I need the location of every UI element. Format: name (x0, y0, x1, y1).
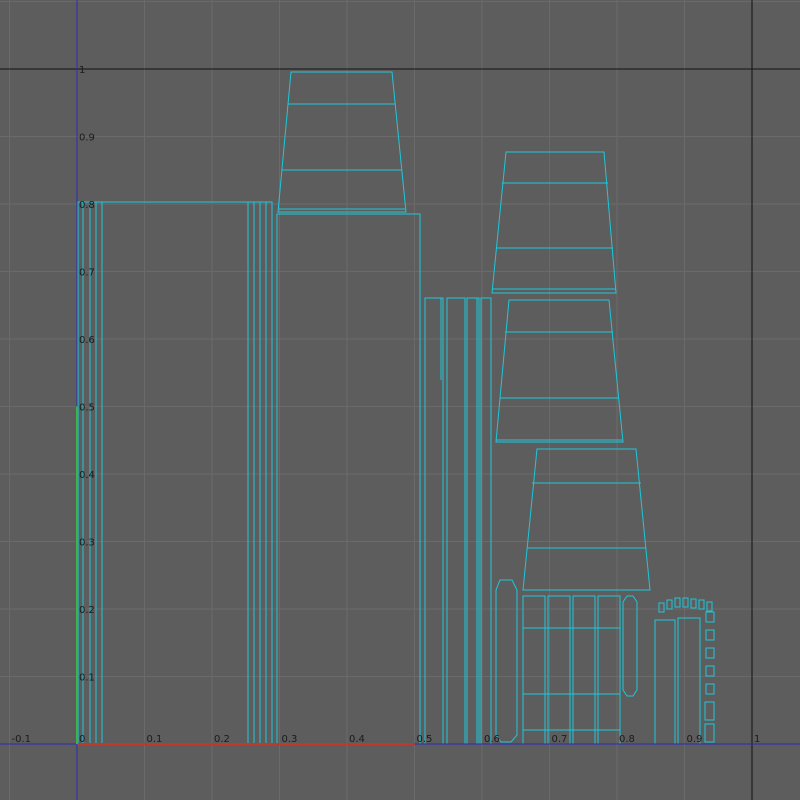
tick-label-u: 0.6 (484, 734, 500, 745)
tick-label-v: 0.9 (79, 133, 95, 144)
uv-shell-shade-lower[interactable] (522, 448, 651, 591)
uv-shell-tiny[interactable] (704, 701, 715, 721)
tick-label-v: 0.7 (79, 268, 95, 279)
tick-label-u: 0.5 (417, 734, 433, 745)
tick-label-u: 1 (754, 734, 760, 745)
uv-column-3[interactable] (572, 595, 596, 745)
uv-strip-2[interactable] (446, 297, 466, 745)
uv-strip-1[interactable] (424, 297, 444, 745)
uv-shell-tiny[interactable] (658, 602, 665, 613)
tick-label-v: 0.5 (79, 403, 95, 414)
uv-shell-small-2[interactable] (677, 617, 701, 745)
uv-shell-middle-panel[interactable] (276, 213, 421, 745)
uv-column-2[interactable] (547, 595, 571, 745)
uv-shell-tiny[interactable] (690, 598, 697, 609)
uv-shell-tiny[interactable] (698, 599, 705, 610)
tick-label-v: 1 (79, 65, 85, 76)
uv-shell-tiny[interactable] (705, 647, 715, 659)
tick-label-u: 0.2 (214, 734, 230, 745)
tick-label-v: 0.1 (79, 673, 95, 684)
uv-shell-capsule-left[interactable] (495, 579, 518, 743)
uv-axes (0, 0, 800, 800)
uv-tick-labels: -0.1 0 0.1 0.2 0.3 0.4 0.5 0.6 0.7 0.8 0.9 1 0.1 0.2 0… (12, 65, 761, 745)
tick-label-v: 0.8 (79, 200, 95, 211)
uv-shell-tiny[interactable] (705, 629, 715, 641)
tick-label-u: -0.1 (12, 734, 32, 745)
tick-label-u: 0.4 (349, 734, 365, 745)
uv-shell-shade-middle[interactable] (495, 299, 624, 443)
uv-shell-tiny[interactable] (706, 601, 713, 612)
tick-label-u: 0.8 (619, 734, 635, 745)
tick-label-v: 0.4 (79, 470, 95, 481)
tick-label-u: 0.1 (147, 734, 163, 745)
uv-shell-tiny[interactable] (674, 597, 681, 608)
uv-shell-tiny[interactable] (682, 597, 689, 608)
tick-label-v: 0.6 (79, 335, 95, 346)
tick-label-u: 0 (79, 734, 85, 745)
uv-shell-tiny[interactable] (704, 723, 715, 743)
uv-shell-large-panel[interactable] (77, 201, 273, 745)
tick-label-v: 0.3 (79, 538, 95, 549)
uv-shell-small-1[interactable] (654, 619, 676, 745)
uv-column-1[interactable] (522, 595, 546, 745)
uv-shell-shade-top[interactable] (277, 71, 407, 213)
uv-grid (0, 0, 800, 800)
uv-shell-tiny[interactable] (705, 665, 715, 677)
uv-shell-tiny[interactable] (666, 599, 673, 610)
tick-label-u: 0.9 (687, 734, 703, 745)
uv-editor-viewport[interactable]: -0.1 0 0.1 0.2 0.3 0.4 0.5 0.6 0.7 0.8 0.9 1 0.1 0.2 0… (0, 0, 800, 800)
uv-shell-capsule-right[interactable] (622, 595, 638, 697)
uv-shells[interactable] (77, 71, 715, 745)
tick-label-u: 0.7 (552, 734, 568, 745)
tick-label-u: 0.3 (282, 734, 298, 745)
uv-shell-tiny[interactable] (705, 683, 715, 695)
uv-shell-tiny[interactable] (705, 611, 715, 623)
tick-label-v: 0.2 (79, 605, 95, 616)
